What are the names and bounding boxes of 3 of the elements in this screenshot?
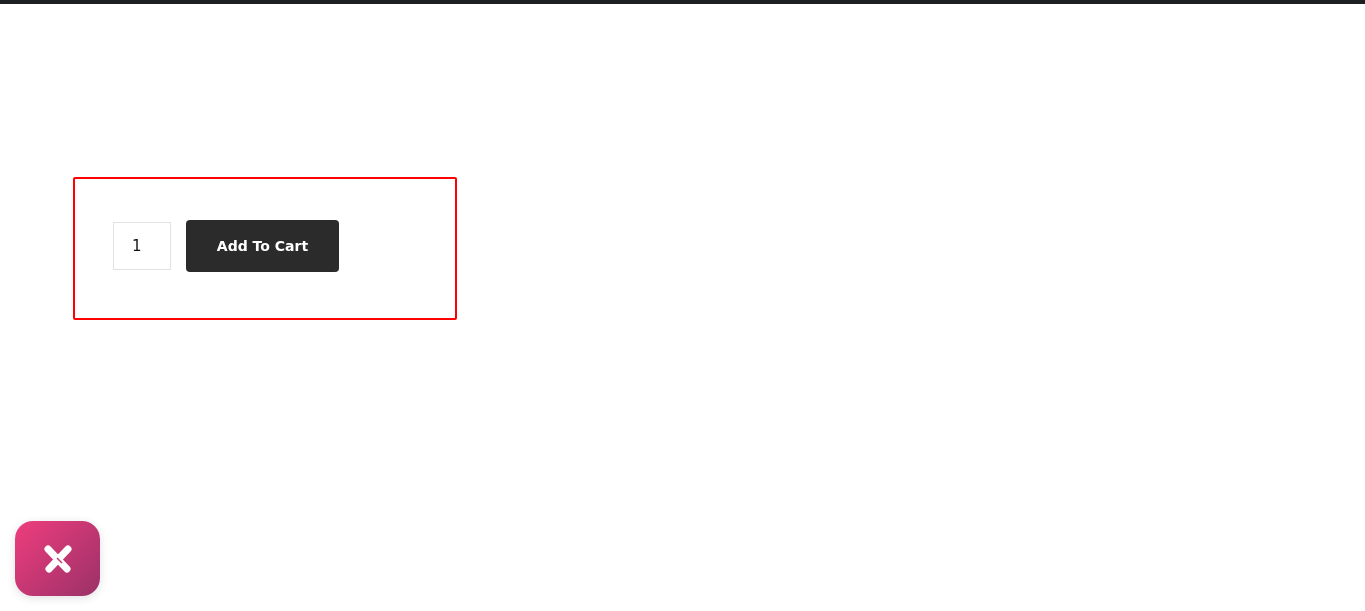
quantity-field[interactable]: 1 <box>113 221 171 270</box>
add-to-cart-button[interactable]: Add To Cart <box>186 219 339 272</box>
app-launcher-button[interactable] <box>15 521 100 596</box>
